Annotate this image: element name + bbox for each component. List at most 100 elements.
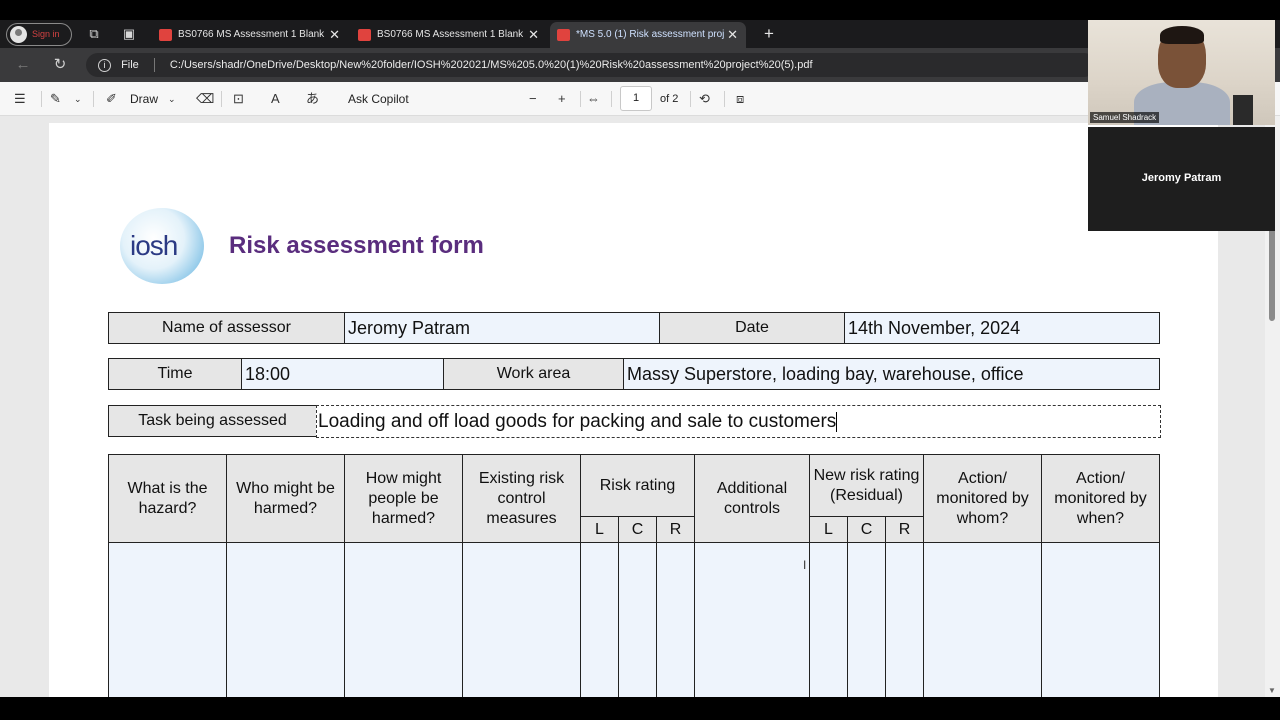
add-text-icon[interactable]: ⊡	[233, 90, 244, 108]
task-field[interactable]: Loading and off load goods for packing a…	[316, 405, 1161, 438]
page-number-input[interactable]: 1	[620, 86, 652, 111]
chair-shape	[1233, 95, 1253, 125]
pdf-file-icon	[159, 29, 172, 41]
date-field[interactable]: 14th November, 2024	[844, 312, 1160, 344]
cell-hazard[interactable]	[108, 542, 227, 702]
header-new-risk-c: C	[847, 516, 886, 543]
eraser-icon[interactable]: ⌫	[196, 90, 214, 108]
work-area-field[interactable]: Massy Superstore, loading bay, warehouse…	[623, 358, 1160, 390]
toolbar-divider	[611, 91, 612, 107]
header-risk-r: R	[656, 516, 695, 543]
cell-action-whom[interactable]	[923, 542, 1042, 702]
highlight-icon[interactable]: ✎	[50, 90, 61, 108]
zoom-in-icon[interactable]: +	[558, 90, 566, 108]
participant-1-name: Samuel Shadrack	[1090, 112, 1160, 123]
workspaces-icon[interactable]: ⧉	[86, 26, 102, 42]
header-hazard: What is the hazard?	[108, 454, 227, 543]
contents-list-icon[interactable]: ☰	[14, 90, 26, 108]
cell-action-when[interactable]	[1041, 542, 1160, 702]
cell-risk-c[interactable]	[618, 542, 657, 702]
task-label: Task being assessed	[108, 405, 317, 437]
page-total: of 2	[660, 93, 679, 105]
toolbar-divider	[690, 91, 691, 107]
toolbar-divider	[221, 91, 222, 107]
header-existing-controls: Existing risk control measures	[462, 454, 581, 543]
cell-existing-controls[interactable]	[462, 542, 581, 702]
participant-2-name: Jeromy Patram	[1141, 172, 1222, 184]
url-protocol: File	[121, 59, 139, 71]
date-label: Date	[659, 312, 845, 344]
scrollbar-thumb[interactable]	[1269, 226, 1275, 321]
toolbar-divider	[41, 91, 42, 107]
browser-tab-3[interactable]: *MS 5.0 (1) Risk assessment proje ✕	[550, 22, 746, 48]
tab-actions-icon[interactable]: ▣	[121, 26, 137, 42]
text-cursor-icon: I	[803, 558, 807, 572]
toolbar-divider	[580, 91, 581, 107]
header-risk-rating: Risk rating	[580, 454, 695, 517]
zoom-out-icon[interactable]: −	[529, 90, 537, 108]
cell-additional-controls[interactable]	[694, 542, 810, 702]
back-arrow-icon[interactable]: ←	[13, 55, 33, 75]
bottom-bar	[0, 697, 1280, 720]
cell-risk-r[interactable]	[656, 542, 695, 702]
header-action-whom: Action/ monitored by whom?	[923, 454, 1042, 543]
chevron-down-icon[interactable]: ⌄	[74, 90, 82, 108]
fit-width-icon[interactable]: ⇔	[587, 90, 600, 108]
draw-pen-icon[interactable]: ✐	[106, 90, 117, 108]
assessor-field[interactable]: Jeromy Patram	[344, 312, 660, 344]
close-tab-icon[interactable]: ✕	[329, 22, 340, 48]
close-tab-icon[interactable]: ✕	[727, 22, 738, 48]
assessor-label: Name of assessor	[108, 312, 345, 344]
video-tile-participant-1: Samuel Shadrack	[1088, 20, 1275, 125]
cell-risk-l[interactable]	[580, 542, 619, 702]
profile-avatar-icon	[10, 26, 27, 43]
form-title: Risk assessment form	[229, 232, 484, 259]
video-tile-participant-2: Jeromy Patram	[1088, 127, 1275, 231]
cell-new-risk-c[interactable]	[847, 542, 886, 702]
sign-in-label: Sign in	[32, 29, 60, 39]
browser-tab-1[interactable]: BS0766 MS Assessment 1 Blank v ✕	[152, 22, 348, 48]
tab-title: *MS 5.0 (1) Risk assessment proje	[576, 29, 724, 40]
text-caret	[836, 411, 838, 432]
header-who-harmed: Who might be harmed?	[226, 454, 345, 543]
screen: Sign in ⧉ ▣ BS0766 MS Assessment 1 Blank…	[0, 0, 1280, 720]
chevron-down-icon[interactable]: ⌄	[168, 90, 176, 108]
cell-new-risk-r[interactable]	[885, 542, 924, 702]
time-field[interactable]: 18:00	[241, 358, 444, 390]
work-area-label: Work area	[443, 358, 624, 390]
header-additional-controls: Additional controls	[694, 454, 810, 543]
browser-tab-2[interactable]: BS0766 MS Assessment 1 Blank v ✕	[351, 22, 547, 48]
site-info-icon[interactable]: i	[98, 58, 111, 72]
tab-title: BS0766 MS Assessment 1 Blank v	[178, 29, 326, 40]
pdf-file-icon	[557, 29, 570, 41]
toolbar-divider	[93, 91, 94, 107]
header-action-when: Action/ monitored by when?	[1041, 454, 1160, 543]
header-how-harmed: How might people be harmed?	[344, 454, 463, 543]
new-tab-icon[interactable]: +	[760, 22, 778, 46]
header-risk-c: C	[618, 516, 657, 543]
close-tab-icon[interactable]: ✕	[528, 22, 539, 48]
logo-text: iosh	[130, 230, 178, 261]
page-view-icon[interactable]: ⧈	[736, 90, 744, 108]
draw-button-label[interactable]: Draw	[130, 91, 158, 107]
address-field[interactable]: i File C:/Users/shadr/OneDrive/Desktop/N…	[86, 53, 1096, 77]
participant-hair-shape	[1160, 26, 1204, 44]
refresh-icon[interactable]: ↻	[50, 55, 70, 75]
cell-new-risk-l[interactable]	[809, 542, 848, 702]
rotate-icon[interactable]: ⟲	[699, 90, 710, 108]
sign-in-button[interactable]: Sign in	[6, 23, 72, 46]
url-divider	[153, 58, 155, 73]
cell-how-harmed[interactable]	[344, 542, 463, 702]
iosh-logo: iosh	[120, 208, 204, 284]
url-text: C:/Users/shadr/OneDrive/Desktop/New%20fo…	[169, 59, 813, 71]
cell-who-harmed[interactable]	[226, 542, 345, 702]
scroll-down-arrow-icon[interactable]: ▼	[1268, 686, 1276, 695]
header-new-risk-r: R	[885, 516, 924, 543]
header-new-risk-rating: New risk rating (Residual)	[809, 454, 924, 517]
read-aloud-icon[interactable]: A	[271, 90, 280, 108]
pdf-file-icon	[358, 29, 371, 41]
ask-copilot-button[interactable]: Ask Copilot	[348, 91, 409, 107]
time-label: Time	[108, 358, 242, 390]
header-risk-l: L	[580, 516, 619, 543]
translate-icon[interactable]: あ	[306, 90, 319, 108]
